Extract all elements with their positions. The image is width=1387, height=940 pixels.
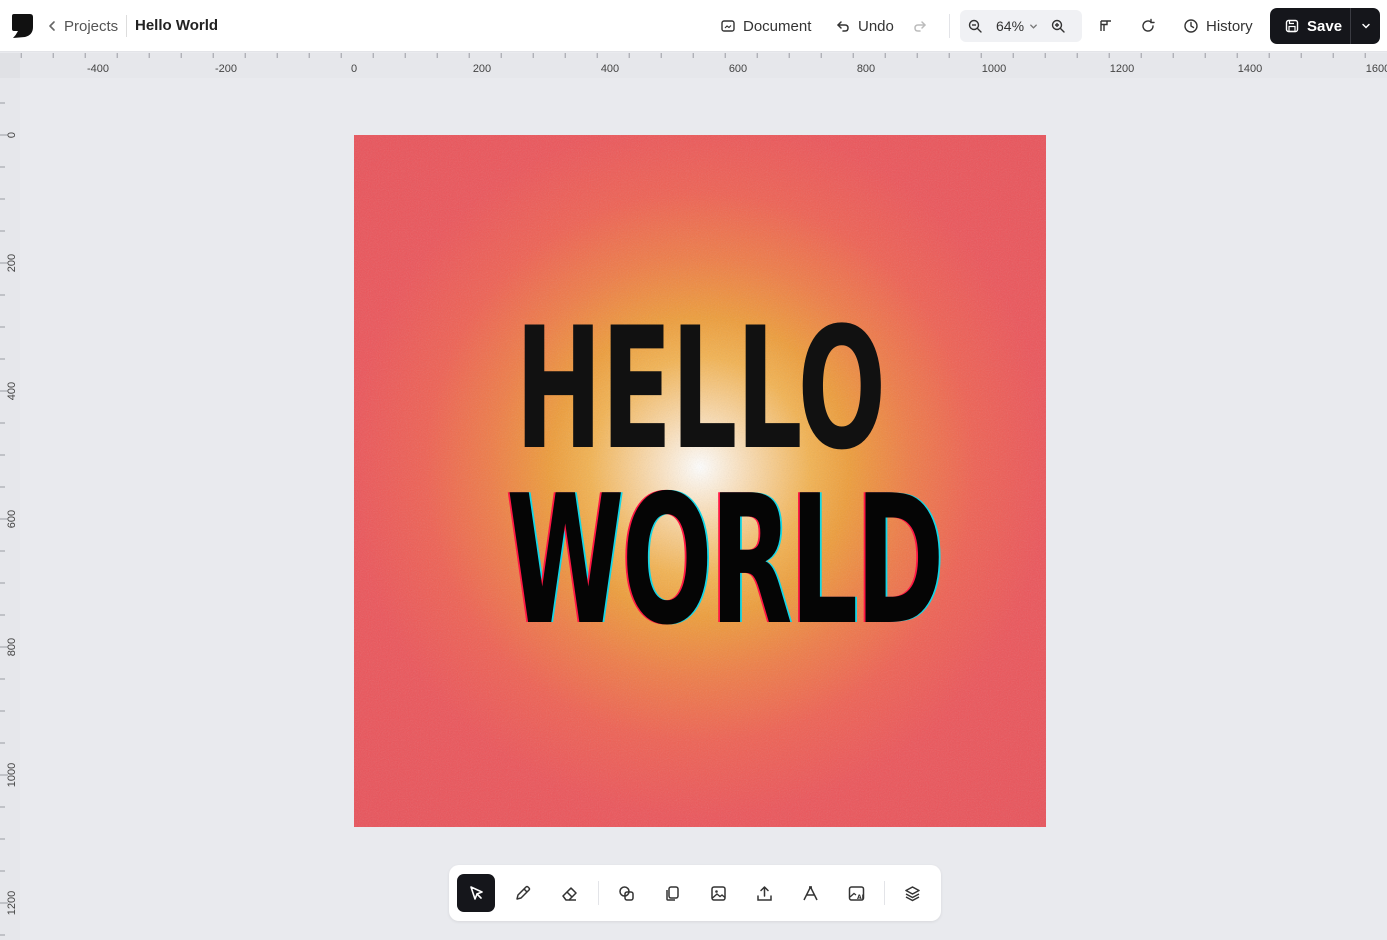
clock-icon: [1184, 19, 1198, 33]
eraser-icon: [561, 886, 577, 901]
ruler-label: 0: [6, 132, 18, 138]
undo-icon: [837, 21, 849, 32]
shapes-tool[interactable]: [607, 874, 645, 912]
image-icon: [710, 885, 726, 901]
zoom-control: 64%: [960, 10, 1082, 42]
zoom-in-icon: [1051, 19, 1065, 33]
text-tool[interactable]: [791, 874, 829, 912]
world-text[interactable]: WORLD: [506, 472, 944, 650]
text-icon: [802, 885, 818, 900]
zoom-in-button[interactable]: [1043, 10, 1073, 42]
copy-icon: [665, 885, 679, 901]
bottom-toolbar: AI: [449, 865, 941, 921]
back-label: Projects: [64, 17, 119, 35]
ruler-label: 1000: [6, 763, 18, 787]
layout-icon: [1100, 20, 1111, 31]
pencil-icon: [515, 885, 530, 900]
undo-button[interactable]: Undo: [829, 10, 900, 42]
shapes-icon: [618, 885, 634, 901]
toolbar-separator: [598, 881, 599, 905]
ruler-label: 400: [6, 382, 18, 400]
refresh-icon: [1142, 18, 1155, 32]
app-logo-icon[interactable]: [10, 13, 34, 39]
save-label: Save: [1307, 17, 1343, 35]
zoom-level-dropdown[interactable]: 64%: [996, 18, 1039, 34]
ai-image-tool[interactable]: AI: [837, 874, 875, 912]
layers-icon: [904, 885, 920, 901]
save-icon: [1285, 19, 1299, 33]
zoom-out-icon: [968, 19, 982, 33]
ai-image-icon: AI: [848, 885, 864, 901]
eraser-tool[interactable]: [550, 874, 588, 912]
ruler-label: 1000: [982, 63, 1006, 75]
ruler-label: 1600: [1366, 63, 1387, 75]
ruler-label: 600: [6, 510, 18, 528]
svg-text:AI: AI: [857, 894, 864, 901]
ruler-label: 1200: [1110, 63, 1134, 75]
page-title: Hello World: [135, 17, 219, 34]
ruler-corner: [0, 53, 20, 78]
upload-icon: [756, 885, 772, 901]
save-split-button: Save: [1270, 8, 1380, 44]
horizontal-ruler[interactable]: -400 -200 0 200 400 600 800 1000 1200 1400 1600: [20, 53, 1387, 78]
cursor-icon: [469, 885, 483, 900]
document-button[interactable]: Document: [714, 10, 817, 42]
pencil-tool[interactable]: [503, 874, 541, 912]
breadcrumb-separator: [126, 15, 127, 37]
ruler-label: 1400: [1238, 63, 1262, 75]
save-button[interactable]: Save: [1270, 8, 1350, 44]
ruler-label: 400: [601, 63, 619, 75]
image-tool[interactable]: [699, 874, 737, 912]
layout-button[interactable]: [1094, 14, 1118, 38]
artboard[interactable]: HELLO WORLD: [354, 135, 1046, 827]
redo-button[interactable]: [908, 14, 932, 38]
top-bar: Projects Hello World Document Undo 64% H…: [0, 0, 1387, 52]
document-label: Document: [743, 17, 812, 35]
ruler-label: 200: [473, 63, 491, 75]
ruler-label: 800: [857, 63, 875, 75]
back-to-projects-link[interactable]: Projects: [46, 15, 118, 37]
upload-tool[interactable]: [745, 874, 783, 912]
select-tool[interactable]: [457, 874, 495, 912]
duplicate-tool[interactable]: [653, 874, 691, 912]
chevron-down-icon: [1361, 23, 1370, 29]
zoom-level-value: 64%: [996, 18, 1025, 34]
save-options-dropdown[interactable]: [1351, 8, 1380, 44]
vertical-ruler[interactable]: 0 200 400 600 800 1000 1200: [0, 78, 20, 940]
ruler-label: 600: [729, 63, 747, 75]
redo-icon: [914, 21, 926, 32]
history-button[interactable]: History: [1177, 10, 1259, 42]
undo-label: Undo: [858, 17, 894, 35]
ruler-label: 1200: [6, 891, 18, 915]
ruler-label: -400: [87, 63, 109, 75]
ruler-label: 200: [6, 254, 18, 272]
ruler-label: -200: [215, 63, 237, 75]
chevron-down-icon: [1030, 23, 1037, 29]
history-label: History: [1206, 17, 1253, 35]
chevron-left-icon: [49, 21, 55, 31]
toolbar-separator: [884, 881, 885, 905]
refresh-button[interactable]: [1136, 14, 1160, 38]
hello-text[interactable]: HELLO: [485, 305, 914, 473]
ruler-label: 0: [351, 63, 357, 75]
ruler-label: 800: [6, 638, 18, 656]
zoom-out-button[interactable]: [960, 10, 990, 42]
layers-tool[interactable]: [893, 874, 931, 912]
toolbar-divider: [949, 14, 950, 38]
document-icon: [721, 20, 735, 32]
